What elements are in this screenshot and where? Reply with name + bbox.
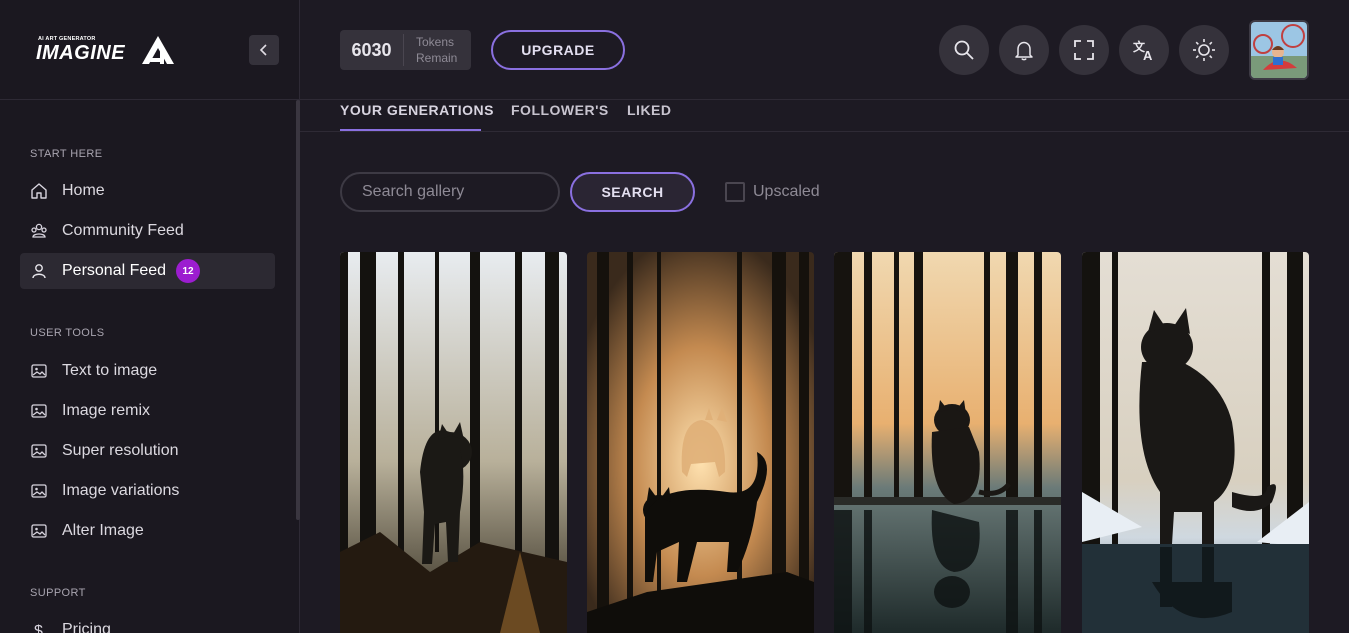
sidebar-collapse-button[interactable] xyxy=(249,35,279,65)
upscaled-label: Upscaled xyxy=(753,183,820,200)
sidebar-header: AI ART GENERATOR IMAGINE xyxy=(0,0,299,100)
sidebar-item-personal-feed[interactable]: Personal Feed 12 xyxy=(20,253,275,289)
sidebar-item-super-resolution[interactable]: Super resolution xyxy=(20,433,275,469)
translate-icon: 文A xyxy=(1133,39,1153,62)
sidebar: AI ART GENERATOR IMAGINE START HERE Home… xyxy=(0,0,300,633)
sidebar-item-home[interactable]: Home xyxy=(20,173,275,209)
search-button[interactable] xyxy=(939,25,989,75)
bell-icon xyxy=(1015,41,1033,61)
user-icon xyxy=(30,262,48,280)
tab-followers[interactable]: FOLLOWER'S xyxy=(511,102,609,118)
fullscreen-icon xyxy=(1074,40,1094,60)
search-submit-button[interactable]: SEARCH xyxy=(570,172,695,212)
gallery-image-card[interactable] xyxy=(340,252,567,633)
sidebar-item-label: Home xyxy=(62,182,105,199)
upgrade-button[interactable]: UPGRADE xyxy=(491,30,625,70)
top-header: 6030 Tokens Remain UPGRADE 文A xyxy=(300,0,1349,100)
sidebar-item-label: Pricing xyxy=(62,621,111,633)
sidebar-item-image-remix[interactable]: Image remix xyxy=(20,393,275,429)
notifications-button[interactable] xyxy=(999,25,1049,75)
tokens-value: 6030 xyxy=(340,34,404,66)
upscaled-filter[interactable]: Upscaled xyxy=(725,182,820,202)
sidebar-item-pricing[interactable]: $ Pricing xyxy=(20,612,275,633)
logo-mark-icon xyxy=(142,36,174,64)
sidebar-item-label: Image variations xyxy=(62,482,180,499)
sidebar-item-alter-image[interactable]: Alter Image xyxy=(20,513,275,549)
section-title-start: START HERE xyxy=(30,148,103,160)
svg-text:A: A xyxy=(1143,48,1153,62)
sidebar-item-label: Alter Image xyxy=(62,522,144,539)
tokens-label-line1: Tokens xyxy=(416,35,455,49)
tokens-label-line2: Remain xyxy=(416,51,458,65)
gallery-tabs: YOUR GENERATIONS FOLLOWER'S LIKED xyxy=(300,100,1349,132)
chevron-left-icon xyxy=(259,44,267,56)
notification-badge: 12 xyxy=(176,259,201,283)
sidebar-item-label: Community Feed xyxy=(62,222,184,239)
sidebar-item-label: Text to image xyxy=(62,362,158,379)
sidebar-item-image-variations[interactable]: Image variations xyxy=(20,473,275,509)
tokens-label: Tokens Remain xyxy=(404,34,457,66)
search-gallery-input[interactable] xyxy=(340,172,560,212)
section-title-support: SUPPORT xyxy=(30,587,86,599)
gallery-image-card[interactable] xyxy=(834,252,1061,633)
sidebar-item-label: Personal Feed xyxy=(62,262,167,279)
sidebar-item-community-feed[interactable]: Community Feed xyxy=(20,213,275,249)
gallery-image-card[interactable] xyxy=(587,252,814,633)
avatar[interactable] xyxy=(1249,20,1309,80)
image-icon xyxy=(30,522,48,540)
sidebar-item-label: Super resolution xyxy=(62,442,179,459)
image-icon xyxy=(30,402,48,420)
sidebar-scrollbar[interactable] xyxy=(296,100,300,520)
logo[interactable]: AI ART GENERATOR IMAGINE xyxy=(36,34,176,66)
sidebar-item-text-to-image[interactable]: Text to image xyxy=(20,353,275,389)
search-icon xyxy=(954,40,974,60)
tokens-counter: 6030 Tokens Remain xyxy=(340,30,471,70)
fullscreen-button[interactable] xyxy=(1059,25,1109,75)
image-icon xyxy=(30,362,48,380)
home-icon xyxy=(30,182,48,200)
community-icon xyxy=(30,222,48,240)
tab-liked[interactable]: LIKED xyxy=(627,102,672,118)
tab-your-generations[interactable]: YOUR GENERATIONS xyxy=(340,102,494,118)
gallery-image-card[interactable] xyxy=(1082,252,1309,633)
image-icon xyxy=(30,442,48,460)
active-tab-indicator xyxy=(340,129,481,131)
translate-button[interactable]: 文A xyxy=(1119,25,1169,75)
upscaled-checkbox[interactable] xyxy=(725,182,745,202)
theme-toggle-button[interactable] xyxy=(1179,25,1229,75)
logo-wordmark: IMAGINE xyxy=(36,42,126,64)
sidebar-item-label: Image remix xyxy=(62,402,151,419)
section-title-tools: USER TOOLS xyxy=(30,327,105,339)
dollar-icon: $ xyxy=(30,621,48,633)
sun-icon xyxy=(1193,39,1215,61)
image-icon xyxy=(30,482,48,500)
svg-text:$: $ xyxy=(34,623,43,633)
